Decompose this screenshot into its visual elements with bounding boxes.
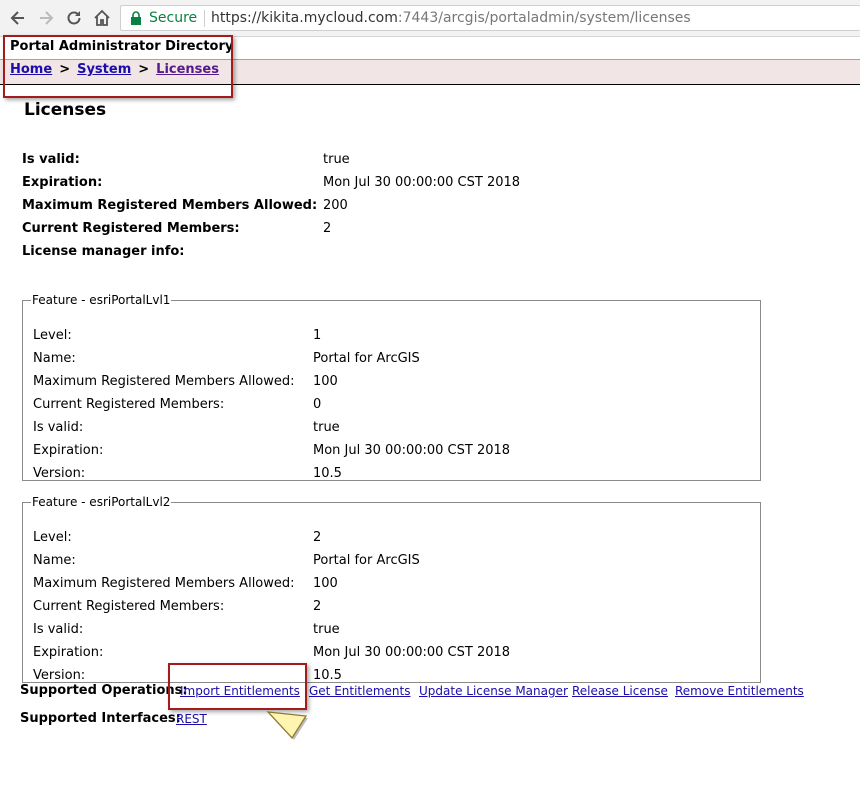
feature-label: Level:	[33, 530, 72, 545]
info-value: 2	[323, 221, 332, 236]
feature-label: Version:	[33, 668, 86, 683]
breadcrumb-separator: >	[138, 62, 150, 77]
breadcrumb-separator: >	[59, 62, 71, 77]
info-label: License manager info:	[22, 244, 185, 259]
feature-value: Mon Jul 30 00:00:00 CST 2018	[313, 645, 511, 660]
feature-value: true	[313, 622, 340, 637]
feature-label: Name:	[33, 351, 76, 366]
url-text: https://kikita.mycloud.com:7443/arcgis/p…	[211, 10, 691, 26]
info-label: Maximum Registered Members Allowed:	[22, 198, 318, 213]
feature-label: Name:	[33, 553, 76, 568]
address-bar[interactable]: Secure https://kikita.mycloud.com:7443/a…	[120, 5, 860, 31]
feature-value: 100	[313, 576, 338, 591]
feature-legend: Feature - esriPortalLvl1	[32, 293, 171, 307]
feature-legend: Feature - esriPortalLvl2	[32, 495, 171, 509]
feature-label: Current Registered Members:	[33, 397, 225, 412]
feature-value: Portal for ArcGIS	[313, 553, 420, 568]
feature-value: 10.5	[313, 668, 342, 683]
breadcrumb: Home > System > Licenses	[10, 62, 219, 77]
supported-operations-label: Supported Operations:	[20, 683, 188, 698]
feature-value: 2	[313, 530, 322, 545]
feature-value: Mon Jul 30 00:00:00 CST 2018	[313, 443, 511, 458]
breadcrumb-bar: Home > System > Licenses	[0, 59, 860, 85]
feature-label: Maximum Registered Members Allowed:	[33, 576, 295, 591]
address-divider	[204, 10, 205, 27]
feature-panel-lvl1: Feature - esriPortalLvl1 Level: 1 Name: Po…	[22, 293, 761, 481]
callout-pointer-icon	[266, 711, 308, 740]
info-value: true	[323, 152, 350, 167]
interfaces-label: Supported Interfaces:	[20, 711, 181, 726]
info-label: Is valid:	[22, 152, 80, 167]
home-icon[interactable]	[92, 8, 112, 28]
secure-label: Secure	[149, 10, 198, 26]
feature-label: Version:	[33, 466, 86, 481]
lock-icon	[131, 11, 141, 25]
feature-label: Current Registered Members:	[33, 599, 225, 614]
operations-label: Supported Operations:	[20, 683, 188, 698]
page-title: Licenses	[24, 100, 107, 120]
import-entitlements-link[interactable]: Import Entitlements	[180, 684, 300, 698]
release-license-link[interactable]: Release License	[572, 684, 668, 698]
url-host: https://kikita.mycloud.com	[211, 10, 398, 26]
feature-label: Expiration:	[33, 645, 104, 660]
breadcrumb-licenses-link[interactable]: Licenses	[156, 62, 219, 77]
forward-arrow-icon[interactable]	[36, 8, 56, 28]
feature-value: 10.5	[313, 466, 342, 481]
reload-icon[interactable]	[64, 8, 84, 28]
breadcrumb-home-link[interactable]: Home	[10, 62, 52, 77]
feature-label: Is valid:	[33, 622, 84, 637]
feature-panel-lvl2: Feature - esriPortalLvl2 Level: 2 Name: Po…	[22, 495, 761, 683]
browser-toolbar: Secure https://kikita.mycloud.com:7443/a…	[0, 0, 860, 37]
feature-label: Is valid:	[33, 420, 84, 435]
feature-value: true	[313, 420, 340, 435]
remove-entitlements-link[interactable]: Remove Entitlements	[675, 684, 804, 698]
breadcrumb-system-link[interactable]: System	[77, 62, 131, 77]
directory-title: Portal Administrator Directory	[10, 39, 234, 54]
feature-label: Maximum Registered Members Allowed:	[33, 374, 295, 389]
feature-label: Expiration:	[33, 443, 104, 458]
update-license-manager-link[interactable]: Update License Manager	[419, 684, 568, 698]
feature-label: Level:	[33, 328, 72, 343]
info-label: Expiration:	[22, 175, 103, 190]
feature-value: 100	[313, 374, 338, 389]
feature-value: 0	[313, 397, 322, 412]
feature-value: Portal for ArcGIS	[313, 351, 420, 366]
info-label: Current Registered Members:	[22, 221, 240, 236]
supported-interfaces-label: Supported Interfaces:	[20, 711, 181, 726]
get-entitlements-link[interactable]: Get Entitlements	[309, 684, 410, 698]
feature-value: 1	[313, 328, 322, 343]
back-arrow-icon[interactable]	[8, 8, 28, 28]
info-value: Mon Jul 30 00:00:00 CST 2018	[323, 175, 521, 190]
portal-header: Portal Administrator Directory	[0, 37, 860, 59]
info-value: 200	[323, 198, 348, 213]
url-path: :7443/arcgis/portaladmin/system/licenses	[397, 10, 691, 26]
rest-interface-link[interactable]: REST	[176, 712, 207, 726]
feature-value: 2	[313, 599, 322, 614]
